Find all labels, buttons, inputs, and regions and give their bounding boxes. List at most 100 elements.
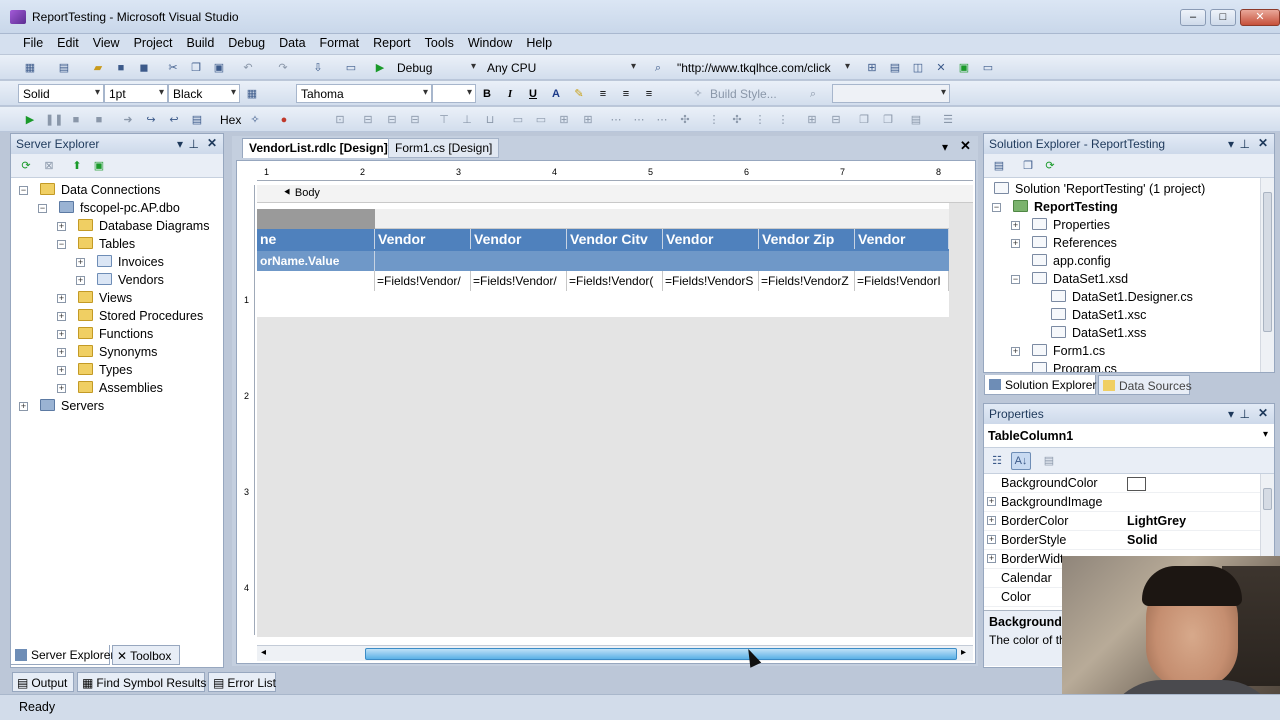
- selected-column-handle[interactable]: [257, 209, 375, 229]
- tree-item-synonyms[interactable]: Synonyms: [78, 343, 157, 361]
- expand-toggle[interactable]: +: [1011, 347, 1020, 356]
- restart-icon[interactable]: ■: [91, 112, 107, 128]
- expand-toggle[interactable]: +: [57, 330, 66, 339]
- paste-icon[interactable]: ▣: [211, 60, 227, 76]
- panel-close-icon[interactable]: ✕: [207, 136, 217, 150]
- tree-item-form1[interactable]: Form1.cs: [1032, 342, 1105, 360]
- find-combo[interactable]: "http://www.tkqlhce.com/click: [672, 58, 854, 77]
- table-column-handles[interactable]: [257, 209, 949, 229]
- cut-icon[interactable]: ✂: [165, 60, 181, 76]
- breakpoints-icon[interactable]: ▤: [189, 112, 205, 128]
- stop-refresh-icon[interactable]: ⊠: [41, 158, 57, 174]
- property-row-backgroundcolor[interactable]: BackgroundColor: [984, 474, 1266, 493]
- size-to-grid-icon[interactable]: ⊞: [556, 112, 572, 128]
- header-cell[interactable]: ne: [257, 229, 375, 249]
- expand-toggle[interactable]: +: [57, 348, 66, 357]
- redo-icon[interactable]: ↷: [275, 60, 291, 76]
- collapse-toggle[interactable]: −: [19, 186, 28, 195]
- scroll-left-icon[interactable]: ◂: [261, 647, 266, 658]
- property-row-backgroundimage[interactable]: + BackgroundImage: [984, 493, 1266, 512]
- tree-item-dataset-xsc[interactable]: DataSet1.xsc: [1051, 306, 1146, 324]
- header-cell[interactable]: Vendor: [663, 229, 759, 249]
- tree-item-views[interactable]: Views: [78, 289, 132, 307]
- tree-item-stored-procedures[interactable]: Stored Procedures: [78, 307, 203, 325]
- body-band[interactable]: ⯇ Body: [257, 185, 973, 203]
- panel-close-icon[interactable]: ✕: [1258, 136, 1268, 150]
- tree-item-app-config[interactable]: app.config: [1032, 252, 1111, 270]
- document-close-icon[interactable]: ✕: [960, 138, 971, 154]
- expand-toggle[interactable]: +: [987, 516, 996, 525]
- expand-toggle[interactable]: +: [57, 222, 66, 231]
- add-item-icon[interactable]: ▤: [56, 60, 72, 76]
- open-folder-icon[interactable]: ▰: [90, 60, 106, 76]
- menu-edit[interactable]: Edit: [50, 34, 86, 50]
- property-pages-icon[interactable]: ▤: [1041, 453, 1057, 469]
- header-cell[interactable]: Vendor: [855, 229, 949, 249]
- tree-item-data-connections[interactable]: Data Connections: [40, 181, 160, 199]
- pin-icon[interactable]: ⊥: [1240, 137, 1250, 151]
- chevron-down-icon[interactable]: ▾: [1263, 429, 1268, 440]
- expand-toggle[interactable]: +: [76, 276, 85, 285]
- tab-find-symbol-results[interactable]: ▦ Find Symbol Results: [77, 672, 206, 692]
- detail-cell[interactable]: =Fields!VendorZ: [759, 271, 855, 291]
- save-icon[interactable]: ■: [113, 60, 129, 76]
- menu-debug[interactable]: Debug: [221, 34, 272, 50]
- vspace-equal-icon[interactable]: ⋮: [706, 112, 722, 128]
- bold-button[interactable]: B: [479, 86, 495, 102]
- navigate-icon[interactable]: ⇩: [310, 60, 326, 76]
- horizontal-spacing-icon[interactable]: ⊞: [580, 112, 596, 128]
- table-group-row[interactable]: orName.Value: [257, 251, 949, 271]
- properties-window-icon[interactable]: ▤: [887, 60, 903, 76]
- table-header-row[interactable]: ne Vendor Vendor Vendor Citv Vendor Vend…: [257, 229, 949, 251]
- collapse-toggle[interactable]: −: [992, 203, 1001, 212]
- document-dropdown-icon[interactable]: ▾: [942, 140, 948, 154]
- group-cell[interactable]: orName.Value: [257, 251, 375, 271]
- minimize-button[interactable]: –: [1180, 9, 1206, 26]
- close-window-button[interactable]: ✕: [1240, 9, 1280, 26]
- align-tops-icon[interactable]: ⊟: [407, 112, 423, 128]
- center-horizontal-icon[interactable]: ⊞: [804, 112, 820, 128]
- command-window-icon[interactable]: ▭: [980, 60, 996, 76]
- panel-dropdown-icon[interactable]: ▾: [1228, 407, 1234, 421]
- header-cell[interactable]: Vendor: [375, 229, 471, 249]
- font-color-icon[interactable]: A: [548, 86, 564, 102]
- hex-display-button[interactable]: Hex: [220, 113, 241, 127]
- expand-toggle[interactable]: +: [19, 402, 28, 411]
- hspace-equal-icon[interactable]: ⋯: [608, 112, 624, 128]
- expand-toggle[interactable]: +: [1011, 239, 1020, 248]
- tab-order-icon[interactable]: ▤: [908, 112, 924, 128]
- align-lefts-icon[interactable]: ⊡: [332, 112, 348, 128]
- expand-toggle[interactable]: +: [57, 312, 66, 321]
- border-color-select[interactable]: Black: [168, 84, 240, 103]
- step-out-icon[interactable]: ↩: [166, 112, 182, 128]
- tree-item-dataset-xss[interactable]: DataSet1.xss: [1051, 324, 1146, 342]
- copy-icon[interactable]: ❐: [188, 60, 204, 76]
- menu-help[interactable]: Help: [519, 34, 559, 50]
- header-cell[interactable]: Vendor Citv: [567, 229, 663, 249]
- tree-item-dataset-designer[interactable]: DataSet1.Designer.cs: [1051, 288, 1193, 306]
- detail-cell[interactable]: [257, 271, 375, 291]
- scroll-thumb[interactable]: [1263, 488, 1272, 510]
- tree-item-connection[interactable]: fscopel-pc.AP.dbo: [59, 199, 180, 217]
- find-icon[interactable]: ▭: [343, 60, 359, 76]
- tab-vendorlist-design[interactable]: VendorList.rdlc [Design]*: [242, 138, 400, 158]
- menu-data[interactable]: Data: [272, 34, 312, 50]
- vspace-remove-icon[interactable]: ⋮: [775, 112, 791, 128]
- collapse-toggle[interactable]: −: [57, 240, 66, 249]
- new-project-icon[interactable]: ▦: [22, 60, 38, 76]
- tree-item-database-diagrams[interactable]: Database Diagrams: [78, 217, 209, 235]
- tree-item-dataset-xsd[interactable]: DataSet1.xsd: [1032, 270, 1128, 288]
- tab-error-list[interactable]: ▤ Error List: [208, 672, 276, 692]
- alphabetical-icon[interactable]: A↓: [1011, 452, 1031, 470]
- lock-controls-icon[interactable]: ☰: [940, 112, 956, 128]
- step-into-icon[interactable]: ➜: [120, 112, 136, 128]
- menu-build[interactable]: Build: [179, 34, 221, 50]
- underline-button[interactable]: U: [525, 86, 541, 102]
- stop-icon[interactable]: ■: [68, 112, 84, 128]
- expand-toggle[interactable]: +: [57, 294, 66, 303]
- style-select[interactable]: [832, 84, 950, 103]
- tree-item-properties[interactable]: Properties: [1032, 216, 1110, 234]
- font-family-select[interactable]: Tahoma: [296, 84, 432, 103]
- make-same-height-icon[interactable]: ▭: [510, 112, 526, 128]
- find-symbol-icon[interactable]: ⊞: [864, 60, 880, 76]
